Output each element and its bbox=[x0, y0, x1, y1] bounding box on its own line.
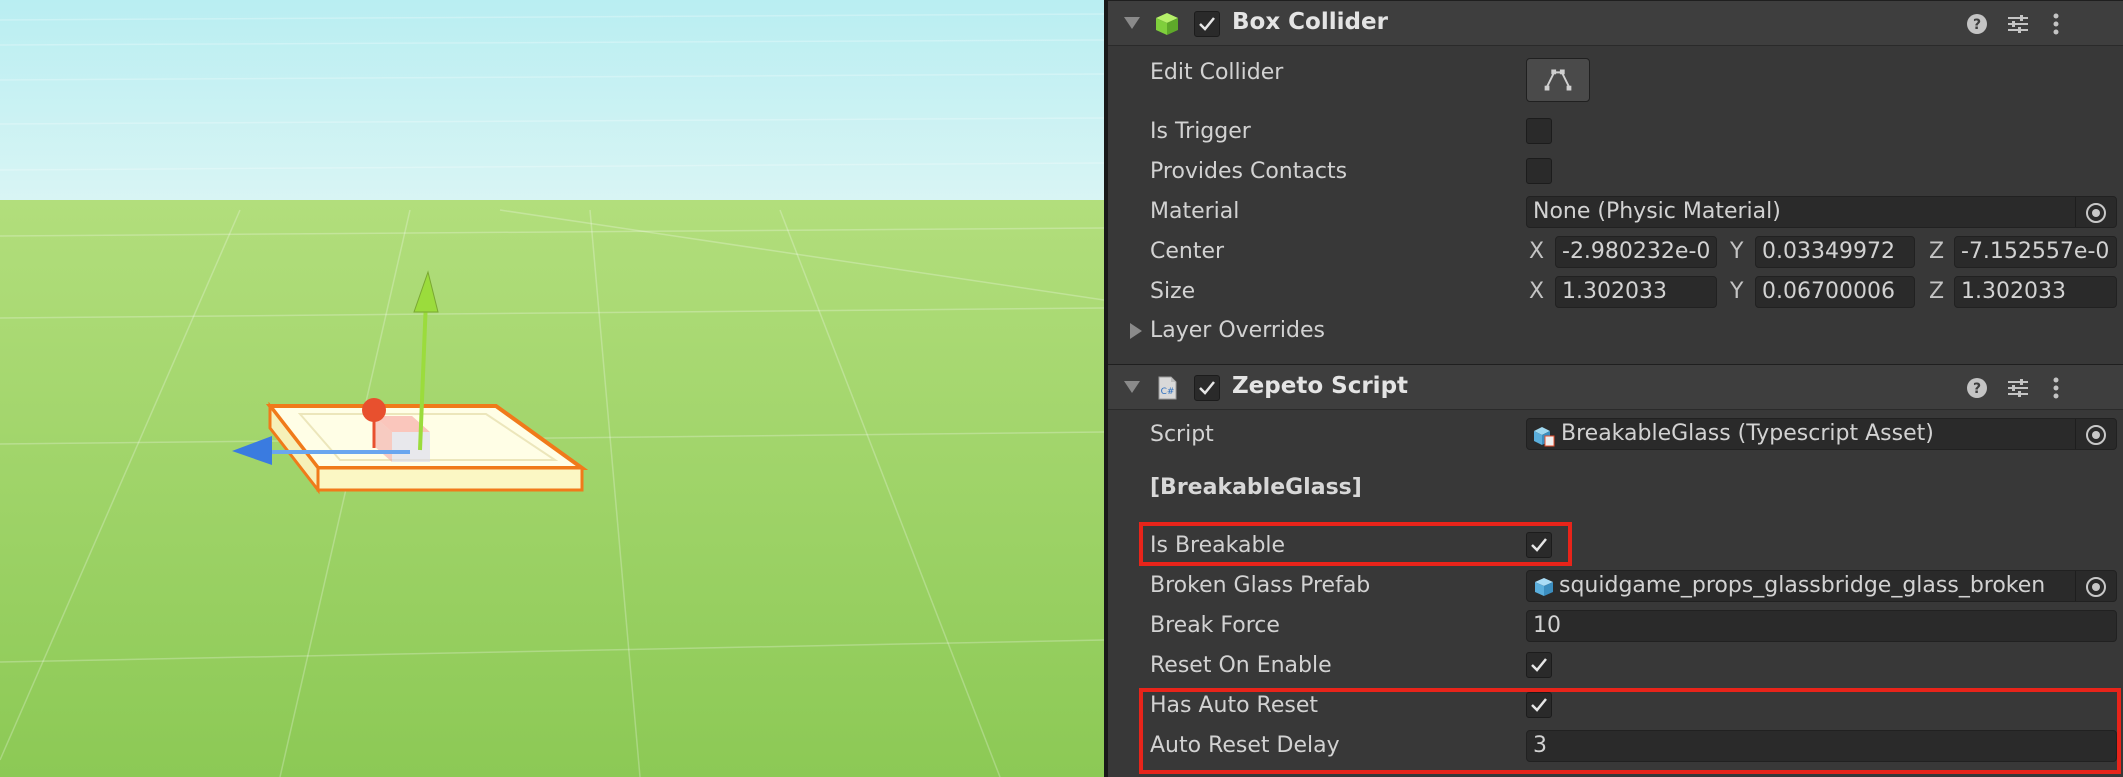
edit-collider-label: Edit Collider bbox=[1150, 60, 1284, 85]
layer-overrides-foldout-icon[interactable] bbox=[1130, 323, 1142, 339]
is-breakable-highlight bbox=[1139, 522, 1572, 566]
divider bbox=[2075, 419, 2076, 449]
script-field[interactable]: BreakableGlass (Typescript Asset) bbox=[1526, 418, 2117, 450]
divider bbox=[2075, 571, 2076, 601]
scene-canvas[interactable] bbox=[0, 0, 1104, 777]
scene-view[interactable] bbox=[0, 0, 1104, 777]
checkmark-icon bbox=[1531, 658, 1547, 672]
layer-overrides-label[interactable]: Layer Overrides bbox=[1150, 318, 1325, 343]
preset-settings-icon[interactable] bbox=[2006, 376, 2030, 400]
divider bbox=[2075, 197, 2076, 227]
center-z-field[interactable]: -7.152557e-0 bbox=[1954, 236, 2117, 268]
object-picker-icon[interactable] bbox=[2086, 425, 2106, 445]
center-y-field[interactable]: 0.03349972 bbox=[1755, 236, 1915, 268]
breakable-glass-section-header: [BreakableGlass] bbox=[1150, 475, 1362, 500]
provides-contacts-label: Provides Contacts bbox=[1150, 159, 1348, 184]
svg-text:?: ? bbox=[1973, 17, 1981, 33]
zepeto-script-enabled-checkbox[interactable] bbox=[1194, 375, 1220, 401]
break-force-field[interactable]: 10 bbox=[1526, 610, 2117, 642]
broken-glass-prefab-field[interactable]: squidgame_props_glassbridge_glass_broken bbox=[1526, 570, 2117, 602]
script-file-icon: C# bbox=[1158, 376, 1177, 400]
box-collider-title: Box Collider bbox=[1232, 9, 1388, 35]
size-y-axis-label: Y bbox=[1730, 279, 1744, 304]
center-label: Center bbox=[1150, 239, 1225, 264]
center-x-field[interactable]: -2.980232e-0 bbox=[1555, 236, 1717, 268]
zepeto-script-title: Zepeto Script bbox=[1232, 373, 1409, 399]
collapse-arrow-icon[interactable] bbox=[1124, 17, 1140, 29]
reset-on-enable-checkbox[interactable] bbox=[1526, 652, 1552, 678]
gizmo-z-handle[interactable] bbox=[362, 398, 386, 422]
inspector-panel: Box Collider ? Edit Collider Is Trigger … bbox=[1104, 0, 2123, 777]
size-z-axis-label: Z bbox=[1929, 279, 1945, 304]
object-picker-icon[interactable] bbox=[2086, 577, 2106, 597]
break-force-label: Break Force bbox=[1150, 613, 1280, 638]
material-value: None (Physic Material) bbox=[1533, 199, 1781, 224]
size-label: Size bbox=[1150, 279, 1196, 304]
size-x-axis-label: X bbox=[1529, 279, 1545, 304]
material-field[interactable]: None (Physic Material) bbox=[1526, 196, 2117, 228]
edit-collider-icon bbox=[1544, 69, 1572, 91]
script-value: BreakableGlass (Typescript Asset) bbox=[1561, 421, 1934, 446]
svg-text:?: ? bbox=[1973, 381, 1981, 397]
size-y-field[interactable]: 0.06700006 bbox=[1755, 276, 1915, 308]
checkmark-icon bbox=[1199, 17, 1215, 31]
center-x-axis-label: X bbox=[1529, 239, 1545, 264]
provides-contacts-checkbox[interactable] bbox=[1526, 158, 1552, 184]
center-z-axis-label: Z bbox=[1929, 239, 1945, 264]
size-z-field[interactable]: 1.302033 bbox=[1954, 276, 2117, 308]
reset-on-enable-label: Reset On Enable bbox=[1150, 653, 1332, 678]
broken-glass-prefab-label: Broken Glass Prefab bbox=[1150, 573, 1371, 598]
is-trigger-label: Is Trigger bbox=[1150, 119, 1251, 144]
material-label: Material bbox=[1150, 199, 1240, 224]
sky bbox=[0, 0, 1104, 204]
center-y-axis-label: Y bbox=[1730, 239, 1744, 264]
size-x-field[interactable]: 1.302033 bbox=[1555, 276, 1717, 308]
broken-glass-prefab-value: squidgame_props_glassbridge_glass_broken bbox=[1559, 573, 2046, 598]
typescript-asset-icon bbox=[1534, 427, 1555, 447]
edit-collider-button[interactable] bbox=[1526, 58, 1590, 102]
box-collider-header[interactable]: Box Collider ? bbox=[1108, 0, 2123, 46]
is-trigger-checkbox[interactable] bbox=[1526, 118, 1552, 144]
checkmark-icon bbox=[1199, 381, 1215, 395]
auto-reset-highlight bbox=[1139, 688, 2121, 774]
zepeto-script-header[interactable]: C# Zepeto Script ? bbox=[1108, 364, 2123, 410]
more-options-icon[interactable] bbox=[2044, 12, 2068, 36]
svg-text:C#: C# bbox=[1161, 387, 1175, 397]
help-icon[interactable]: ? bbox=[1965, 12, 1989, 36]
collapse-arrow-icon[interactable] bbox=[1124, 381, 1140, 393]
object-picker-icon[interactable] bbox=[2086, 203, 2106, 223]
help-icon[interactable]: ? bbox=[1965, 376, 1989, 400]
more-options-icon[interactable] bbox=[2044, 376, 2068, 400]
cube-icon bbox=[1156, 13, 1178, 35]
preset-settings-icon[interactable] bbox=[2006, 12, 2030, 36]
box-collider-enabled-checkbox[interactable] bbox=[1194, 11, 1220, 37]
prefab-cube-icon bbox=[1535, 578, 1553, 596]
script-label: Script bbox=[1150, 422, 1214, 447]
